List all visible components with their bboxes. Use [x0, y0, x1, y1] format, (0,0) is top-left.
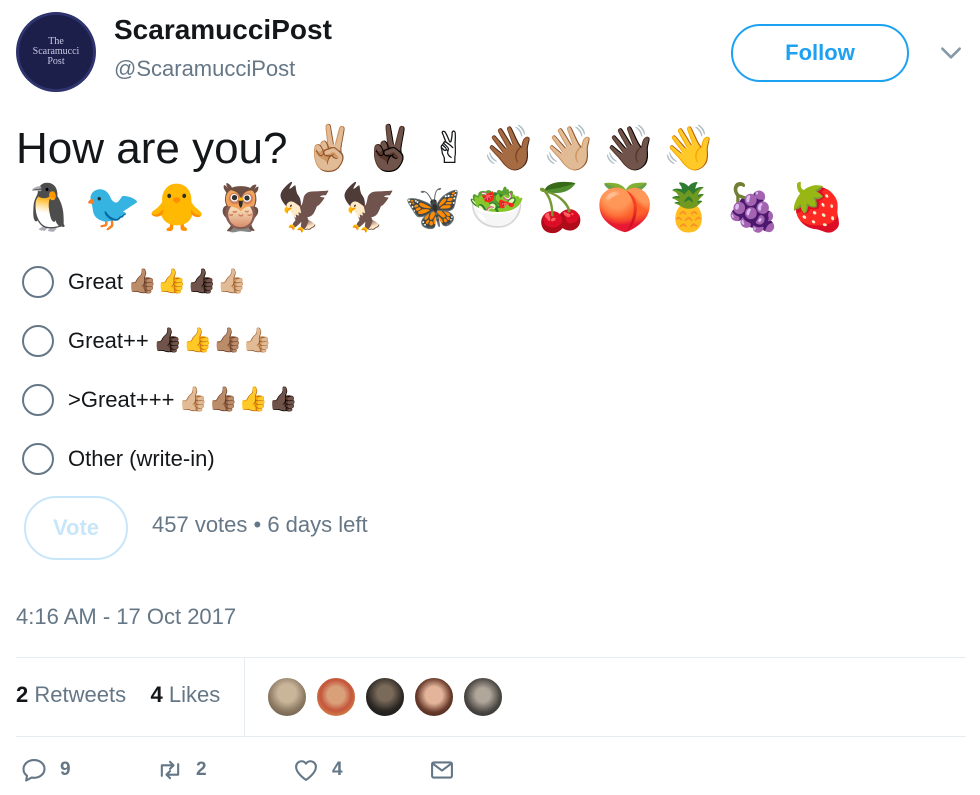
- poll-option[interactable]: Great 👍🏽👍👍🏿👍🏼: [22, 252, 298, 311]
- emoji: 🍒: [532, 181, 589, 233]
- like-count: 4: [332, 759, 343, 780]
- emoji: 👋🏼: [542, 124, 598, 173]
- tweet-actions: 9 2 4: [20, 756, 960, 792]
- poll-meta: 457 votes • 6 days left: [152, 512, 368, 537]
- message-icon: [431, 761, 453, 779]
- tweet-stats: 2 Retweets 4 Likes: [16, 658, 966, 736]
- retweet-icon: [160, 760, 180, 780]
- poll-option[interactable]: Other (write-in): [22, 429, 298, 488]
- stats-separator: [244, 658, 245, 736]
- poll-option-label: Great: [68, 268, 124, 294]
- tweet-inline-emoji: ✌🏼 ✌🏿 ✌ 👋🏾 👋🏼 👋🏿 👋: [300, 124, 720, 173]
- emoji: 🐦: [84, 181, 141, 233]
- emoji: 🐥: [148, 181, 205, 233]
- poll-option-label: Great++: [68, 327, 149, 353]
- liker-avatar[interactable]: [266, 676, 308, 718]
- reply-count: 9: [60, 759, 71, 780]
- emoji: 🥗: [468, 181, 525, 233]
- likes-label: Likes: [168, 682, 221, 707]
- like-button[interactable]: 4: [292, 756, 343, 784]
- tweet-text: How are you? ✌🏼 ✌🏿 ✌ 👋🏾 👋🏼 👋🏿 👋: [16, 122, 720, 176]
- retweets-count: 2: [16, 682, 29, 707]
- divider: [16, 736, 966, 737]
- emoji: 🦋: [404, 181, 461, 233]
- emoji: ✌: [431, 124, 469, 173]
- retweets-stat[interactable]: 2 Retweets: [16, 682, 126, 707]
- radio-button[interactable]: [22, 383, 54, 416]
- poll-option-emoji: 👍🏼👍🏽👍👍🏿: [178, 386, 298, 413]
- poll-option-label: Other (write-in): [68, 445, 215, 471]
- poll-option-emoji: 👍🏿👍👍🏽👍🏼: [152, 327, 273, 354]
- avatar-logo-text: The Scaramucci Post: [32, 36, 80, 67]
- user-handle[interactable]: @ScaramucciPost: [114, 56, 295, 82]
- emoji: 🍑: [596, 181, 653, 233]
- heart-icon: [295, 760, 317, 781]
- emoji: 🍇: [724, 181, 781, 233]
- emoji: ✌🏿: [362, 124, 418, 173]
- caret-down-icon[interactable]: [938, 40, 964, 66]
- poll-option[interactable]: Great++ 👍🏿👍👍🏽👍🏼: [22, 311, 298, 370]
- direct-message-button[interactable]: [428, 756, 456, 784]
- liker-avatar[interactable]: [364, 676, 406, 718]
- poll-option-label: >Great+++: [68, 386, 175, 412]
- emoji: 🦅: [340, 181, 397, 233]
- display-name[interactable]: ScaramucciPost: [114, 14, 332, 46]
- emoji: 🦅: [276, 181, 333, 233]
- tweet-text-main: How are you?: [16, 124, 288, 173]
- emoji: 👋: [662, 124, 718, 173]
- tweet-emoji-row: 🐧 🐦 🐥 🦉 🦅 🦅 🦋 🥗 🍒 🍑 🍍 🍇 🍓: [16, 176, 848, 238]
- radio-button[interactable]: [22, 265, 54, 298]
- emoji: 👋🏿: [602, 124, 658, 173]
- emoji: 👋🏾: [482, 124, 538, 173]
- retweets-label: Retweets: [34, 682, 127, 707]
- poll-option[interactable]: >Great+++ 👍🏼👍🏽👍👍🏿: [22, 370, 298, 429]
- liker-avatar[interactable]: [462, 676, 504, 718]
- radio-button[interactable]: [22, 324, 54, 357]
- emoji: 🐧: [20, 181, 77, 233]
- poll-option-emoji: 👍🏽👍👍🏿👍🏼: [127, 268, 247, 295]
- likes-stat[interactable]: 4 Likes: [151, 682, 221, 707]
- emoji: 🍓: [788, 181, 845, 233]
- stats-counts: 2 Retweets 4 Likes: [16, 682, 220, 708]
- liker-avatar[interactable]: [413, 676, 455, 718]
- follow-button[interactable]: Follow: [731, 24, 909, 82]
- liker-avatar[interactable]: [315, 676, 357, 718]
- likers-avatars: [266, 676, 511, 718]
- reply-icon: [22, 759, 46, 782]
- reply-button[interactable]: 9: [20, 756, 71, 784]
- poll: Great 👍🏽👍👍🏿👍🏼 Great++ 👍🏿👍👍🏽👍🏼 >Great+++ …: [22, 252, 298, 488]
- retweet-button[interactable]: 2: [156, 756, 207, 784]
- avatar[interactable]: The Scaramucci Post: [16, 12, 96, 92]
- emoji: ✌🏼: [302, 124, 358, 173]
- emoji: 🦉: [212, 181, 269, 233]
- emoji: 🍍: [660, 181, 717, 233]
- retweet-count: 2: [196, 759, 207, 780]
- radio-button[interactable]: [22, 442, 54, 475]
- tweet-timestamp[interactable]: 4:16 AM - 17 Oct 2017: [16, 604, 236, 630]
- likes-count: 4: [150, 682, 163, 707]
- vote-button[interactable]: Vote: [24, 496, 128, 560]
